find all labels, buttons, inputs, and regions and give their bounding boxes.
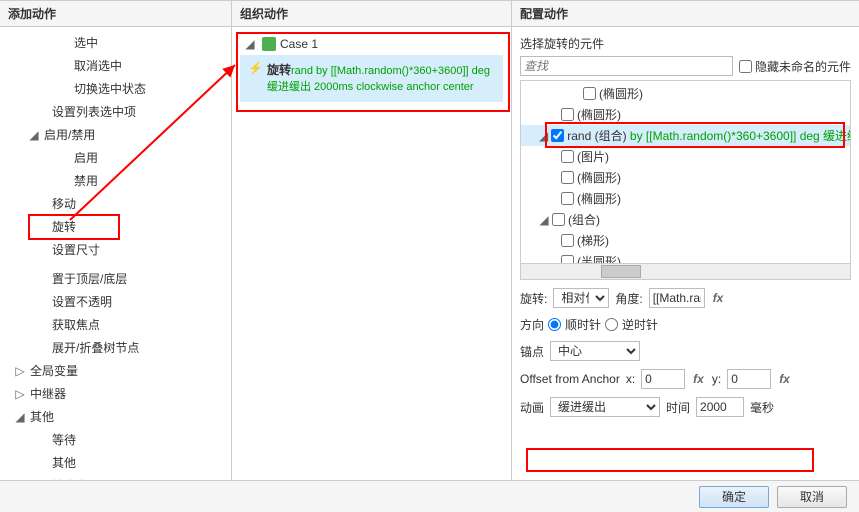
chevron-down-icon: ◢ (539, 129, 548, 143)
action-other[interactable]: 其他 (0, 451, 231, 474)
action-deselect[interactable]: 取消选中 (0, 54, 231, 77)
widget-row[interactable]: (图片) (521, 146, 850, 167)
chevron-down-icon: ◢ (28, 129, 40, 141)
widget-row[interactable]: (椭圆形) (521, 167, 850, 188)
widget-checkbox[interactable] (551, 129, 564, 142)
scrollbar-thumb[interactable] (601, 265, 641, 278)
action-toggle-select[interactable]: 切换选中状态 (0, 77, 231, 100)
widget-row[interactable]: ◢(组合) (521, 209, 850, 230)
ok-button[interactable]: 确定 (699, 486, 769, 508)
offset-y-label: y: (712, 372, 721, 386)
anchor-label: 锚点 (520, 343, 544, 360)
action-get-focus[interactable]: 获取焦点 (0, 313, 231, 336)
widget-checkbox[interactable] (561, 108, 574, 121)
action-move[interactable]: 移动 (0, 192, 231, 215)
widget-row-selected[interactable]: ◢rand (组合) by [[Math.random()*360+3600]]… (521, 125, 850, 146)
chevron-down-icon: ◢ (14, 411, 26, 423)
search-input[interactable] (520, 56, 733, 76)
widget-row[interactable]: (椭圆形) (521, 188, 850, 209)
anim-label: 动画 (520, 399, 544, 416)
configure-action-header: 配置动作 (512, 1, 859, 27)
action-detail: rand by [[Math.random()*360+3600]] deg 缓… (267, 65, 490, 93)
rotate-label: 旋转: (520, 290, 547, 307)
anim-select[interactable]: 缓进缓出 (550, 397, 660, 417)
horizontal-scrollbar[interactable] (521, 263, 850, 279)
action-raise-event[interactable]: 触发事件 (0, 474, 231, 480)
category-repeater[interactable]: ▷中继器 (0, 382, 231, 405)
widget-checkbox[interactable] (561, 171, 574, 184)
widget-checkbox[interactable] (552, 213, 565, 226)
widget-checkbox[interactable] (561, 150, 574, 163)
offset-x-label: x: (626, 372, 635, 386)
widget-checkbox[interactable] (561, 234, 574, 247)
lightning-icon: ⚡ (248, 61, 263, 75)
organize-action-header: 组织动作 (232, 1, 511, 27)
widget-row[interactable]: (椭圆形) (521, 83, 850, 104)
offset-x-input[interactable] (641, 369, 685, 389)
case-row[interactable]: ◢ Case 1 (240, 35, 503, 53)
offset-label: Offset from Anchor (520, 372, 620, 386)
action-expand-collapse[interactable]: 展开/折叠树节点 (0, 336, 231, 359)
anchor-select[interactable]: 中心 (550, 341, 640, 361)
action-enable[interactable]: 启用 (0, 146, 231, 169)
action-disable[interactable]: 禁用 (0, 169, 231, 192)
time-label: 时间 (666, 399, 690, 416)
select-widget-title: 选择旋转的元件 (520, 35, 851, 52)
widget-row[interactable]: (梯形) (521, 230, 850, 251)
direction-label: 方向 (520, 316, 544, 333)
action-set-size[interactable]: 设置尺寸 (0, 238, 231, 261)
widget-row[interactable]: (椭圆形) (521, 104, 850, 125)
action-set-list-selection[interactable]: 设置列表选中项 (0, 100, 231, 123)
widget-tree[interactable]: (椭圆形) (椭圆形) ◢rand (组合) by [[Math.random(… (520, 80, 851, 280)
chevron-right-icon: ▷ (14, 365, 26, 377)
angle-input[interactable] (649, 288, 705, 308)
hide-unnamed-checkbox[interactable] (739, 60, 752, 73)
action-name: 旋转 (267, 63, 291, 77)
fx-button[interactable]: fx (691, 372, 706, 386)
action-set-opacity[interactable]: 设置不透明 (0, 290, 231, 313)
case-icon (262, 37, 276, 51)
action-wait[interactable]: 等待 (0, 428, 231, 451)
time-input[interactable] (696, 397, 744, 417)
widget-checkbox[interactable] (561, 192, 574, 205)
ms-label: 毫秒 (750, 399, 774, 416)
chevron-down-icon: ◢ (244, 38, 256, 50)
chevron-down-icon: ◢ (539, 213, 549, 227)
action-bring-front-back[interactable]: 置于顶层/底层 (0, 267, 231, 290)
widget-checkbox[interactable] (583, 87, 596, 100)
chevron-right-icon: ▷ (14, 388, 26, 400)
hide-unnamed-label[interactable]: 隐藏未命名的元件 (739, 58, 851, 75)
case-action[interactable]: ⚡ 旋转rand by [[Math.random()*360+3600]] d… (240, 55, 503, 102)
action-rotate[interactable]: 旋转 (0, 215, 231, 238)
cancel-button[interactable]: 取消 (777, 486, 847, 508)
category-enable-disable[interactable]: ◢启用/禁用 (0, 123, 231, 146)
cw-radio[interactable] (548, 318, 561, 331)
fx-button[interactable]: fx (777, 372, 792, 386)
category-other[interactable]: ◢其他 (0, 405, 231, 428)
action-select[interactable]: 选中 (0, 31, 231, 54)
action-tree: 选中 取消选中 切换选中状态 设置列表选中项 ◢启用/禁用 启用 禁用 移动 旋… (0, 27, 231, 480)
angle-label: 角度: (615, 290, 642, 307)
category-global-var[interactable]: ▷全局变量 (0, 359, 231, 382)
ccw-radio[interactable] (605, 318, 618, 331)
rotate-mode-select[interactable]: 相对位 (553, 288, 609, 308)
case-label: Case 1 (280, 37, 318, 51)
add-action-header: 添加动作 (0, 1, 231, 27)
offset-y-input[interactable] (727, 369, 771, 389)
fx-button[interactable]: fx (711, 291, 726, 305)
